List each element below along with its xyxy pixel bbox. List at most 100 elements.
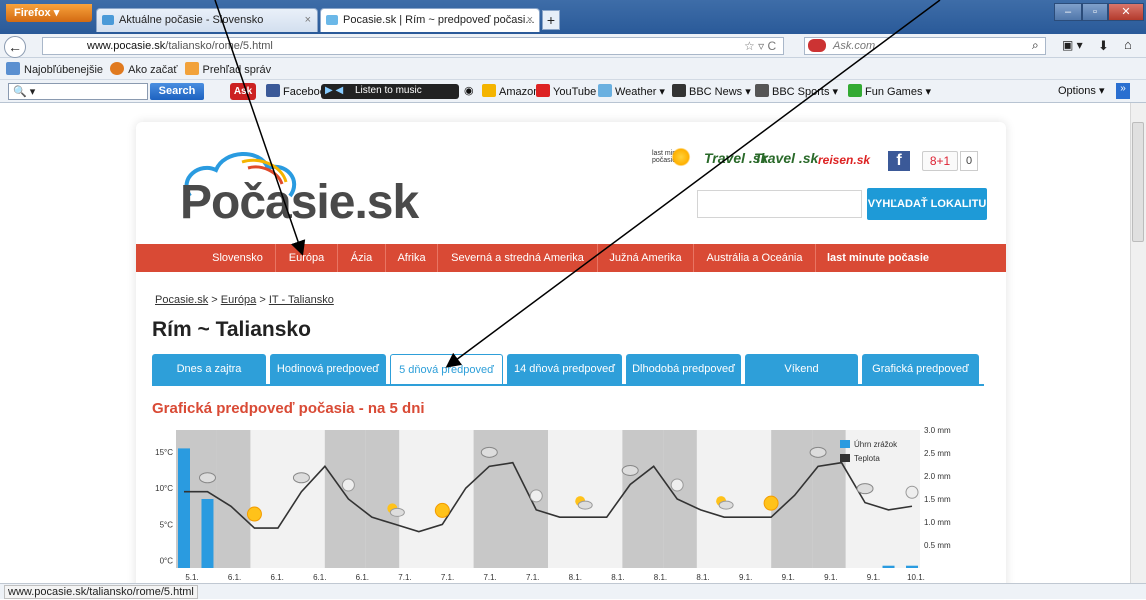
precipitation-bar bbox=[201, 499, 214, 568]
night-band bbox=[216, 430, 251, 568]
bbc-icon bbox=[672, 84, 686, 97]
close-icon[interactable]: × bbox=[527, 14, 533, 26]
tab-dlhodoba[interactable]: Dlhodobá predpoveď bbox=[626, 354, 741, 384]
tab-label: Aktuálne počasie - Slovensko bbox=[119, 14, 264, 26]
menu-afrika[interactable]: Afrika bbox=[386, 244, 438, 272]
site-logo[interactable]: Počasie.sk bbox=[180, 175, 419, 230]
toolbar-bbc-sports[interactable]: BBC Sports ▾ bbox=[755, 84, 838, 98]
y-tick-label-right: 1.0 mm bbox=[924, 518, 951, 527]
close-icon[interactable]: × bbox=[305, 14, 311, 26]
scrollbar-thumb[interactable] bbox=[1132, 122, 1144, 242]
menu-severna-amerika[interactable]: Severná a stredná Amerika bbox=[438, 244, 598, 272]
tab-aktualne[interactable]: Aktuálne počasie - Slovensko × bbox=[96, 8, 318, 32]
tab-pocasie[interactable]: Pocasie.sk | Rím ~ predpoveď počasi... × bbox=[320, 8, 540, 32]
section-title: Grafická predpoveď počasia - na 5 dni bbox=[152, 400, 425, 417]
x-tick-date: 8.1. bbox=[696, 573, 709, 582]
toolbar-bbc-news[interactable]: BBC News ▾ bbox=[672, 84, 751, 98]
x-tick-date: 7.1. bbox=[526, 573, 539, 582]
url-path: /taliansko/rome/5.html bbox=[165, 40, 273, 52]
menu-juzna-amerika[interactable]: Južná Amerika bbox=[598, 244, 694, 272]
tab-14-dnova[interactable]: 14 dňová predpoveď bbox=[507, 354, 622, 384]
precipitation-bar bbox=[906, 565, 918, 568]
toolbar-options[interactable]: Options ▾ bbox=[1058, 84, 1105, 97]
find-location-button[interactable]: VYHĽADAŤ LOKALITU bbox=[867, 188, 987, 220]
x-tick-date: 8.1. bbox=[611, 573, 624, 582]
sun-icon bbox=[434, 502, 450, 518]
bbc-sport-icon bbox=[755, 84, 769, 97]
url-host: www.pocasie.sk bbox=[87, 40, 166, 52]
tab-5-dnova[interactable]: 5 dňová predpoveď bbox=[390, 354, 503, 384]
tab-hodinova[interactable]: Hodinová predpoveď bbox=[270, 354, 386, 384]
sun-icon bbox=[763, 495, 779, 511]
tab-vikend[interactable]: Víkend bbox=[745, 354, 858, 384]
close-window-button[interactable]: ✕ bbox=[1108, 3, 1144, 21]
partner-label: reisen.sk bbox=[818, 153, 871, 167]
search-icon[interactable]: ⌕ bbox=[1032, 38, 1039, 53]
x-tick-date: 6.1. bbox=[228, 573, 241, 582]
tab-dnes-a-zajtra[interactable]: Dnes a zajtra bbox=[152, 354, 266, 384]
music-label: Listen to music bbox=[355, 85, 422, 96]
precipitation-bar bbox=[882, 565, 895, 568]
partner-reisen[interactable]: reisen.sk bbox=[818, 153, 870, 167]
back-button[interactable]: ← bbox=[4, 36, 26, 58]
toolbar-search-input[interactable]: 🔍 ▾ bbox=[8, 83, 148, 100]
sun-icon bbox=[246, 506, 262, 522]
toolbar-dropdown-icon[interactable]: ◉ bbox=[464, 84, 474, 97]
breadcrumb-europa[interactable]: Európa bbox=[221, 294, 256, 306]
menu-slovensko[interactable]: Slovensko bbox=[200, 244, 276, 272]
home-icon[interactable]: ⌂ bbox=[1124, 37, 1132, 52]
cloud-rain-icon bbox=[198, 472, 216, 484]
chevron-right-icon[interactable]: » bbox=[1116, 83, 1130, 99]
menu-label: Slovensko bbox=[212, 252, 263, 264]
toolbar-amazon[interactable]: Amazon bbox=[482, 84, 539, 98]
precipitation-bar bbox=[178, 448, 190, 568]
bookmark-item[interactable]: Prehľad správ bbox=[203, 64, 272, 76]
games-icon bbox=[848, 84, 862, 97]
toolbar-search-label: Search bbox=[158, 85, 196, 97]
location-search-input[interactable] bbox=[697, 190, 862, 218]
url-bar[interactable]: www.pocasie.sk/taliansko/rome/5.html bbox=[42, 37, 784, 55]
new-tab-button[interactable]: + bbox=[542, 10, 560, 30]
cloud-night-icon bbox=[670, 478, 684, 492]
bookmarks-menu-icon[interactable]: ▣ ▾ bbox=[1062, 38, 1083, 52]
y-tick-label-left: 0°C bbox=[160, 557, 174, 566]
menu-europa[interactable]: Európa bbox=[276, 244, 338, 272]
y-tick-label-right: 3.0 mm bbox=[924, 426, 951, 435]
gplus-count: 0 bbox=[960, 151, 978, 171]
toolbar-search-button[interactable]: Search bbox=[150, 83, 204, 100]
bookmark-folder-icon bbox=[6, 62, 20, 75]
gplus-button[interactable]: 8+1 bbox=[922, 151, 958, 171]
facebook-share-icon[interactable]: f bbox=[888, 151, 910, 171]
search-input[interactable]: Ask.com bbox=[804, 37, 1046, 55]
toolbar-youtube[interactable]: YouTube bbox=[536, 84, 596, 98]
maximize-button[interactable]: ▫ bbox=[1082, 3, 1108, 21]
toolbar-weather[interactable]: Weather ▾ bbox=[598, 84, 665, 98]
firefox-menu-button[interactable]: Firefox ▾ bbox=[6, 4, 92, 22]
bookmark-star-icon[interactable]: ☆ ▿ C bbox=[744, 39, 776, 53]
tab-underline bbox=[152, 384, 984, 386]
x-tick-date: 8.1. bbox=[654, 573, 667, 582]
search-placeholder: Ask.com bbox=[833, 40, 876, 52]
menu-australia[interactable]: Austrália a Oceánia bbox=[694, 244, 816, 272]
minimize-button[interactable]: – bbox=[1054, 3, 1082, 21]
tab-label: Grafická predpoveď bbox=[872, 363, 969, 375]
partner-travel-2[interactable]: Travel .sk bbox=[754, 150, 818, 166]
toolbar-fun-games[interactable]: Fun Games ▾ bbox=[848, 84, 931, 98]
night-band bbox=[622, 430, 664, 568]
menu-label: Severná a stredná Amerika bbox=[451, 252, 584, 264]
cloud-icon bbox=[718, 500, 734, 510]
y-tick-label-right: 1.5 mm bbox=[924, 495, 951, 504]
breadcrumb-home[interactable]: Pocasie.sk bbox=[155, 294, 208, 306]
download-icon[interactable]: ⬇ bbox=[1098, 38, 1109, 54]
y-tick-label-left: 10°C bbox=[155, 484, 173, 493]
toolbar-label: Amazon bbox=[499, 86, 540, 98]
ask-toolbar-icon[interactable]: Ask bbox=[230, 83, 256, 100]
menu-azia[interactable]: Ázia bbox=[338, 244, 386, 272]
breadcrumb-taliansko[interactable]: IT - Taliansko bbox=[269, 294, 334, 306]
breadcrumb: Pocasie.sk > Európa > IT - Taliansko bbox=[155, 294, 334, 306]
bookmark-item[interactable]: Ako začať bbox=[128, 64, 177, 76]
tab-graficka[interactable]: Grafická predpoveď bbox=[862, 354, 979, 384]
bookmark-item[interactable]: Najobľúbenejšie bbox=[24, 64, 103, 76]
menu-last-minute[interactable]: last minute počasie bbox=[816, 244, 940, 272]
breadcrumb-separator: > bbox=[211, 294, 218, 306]
